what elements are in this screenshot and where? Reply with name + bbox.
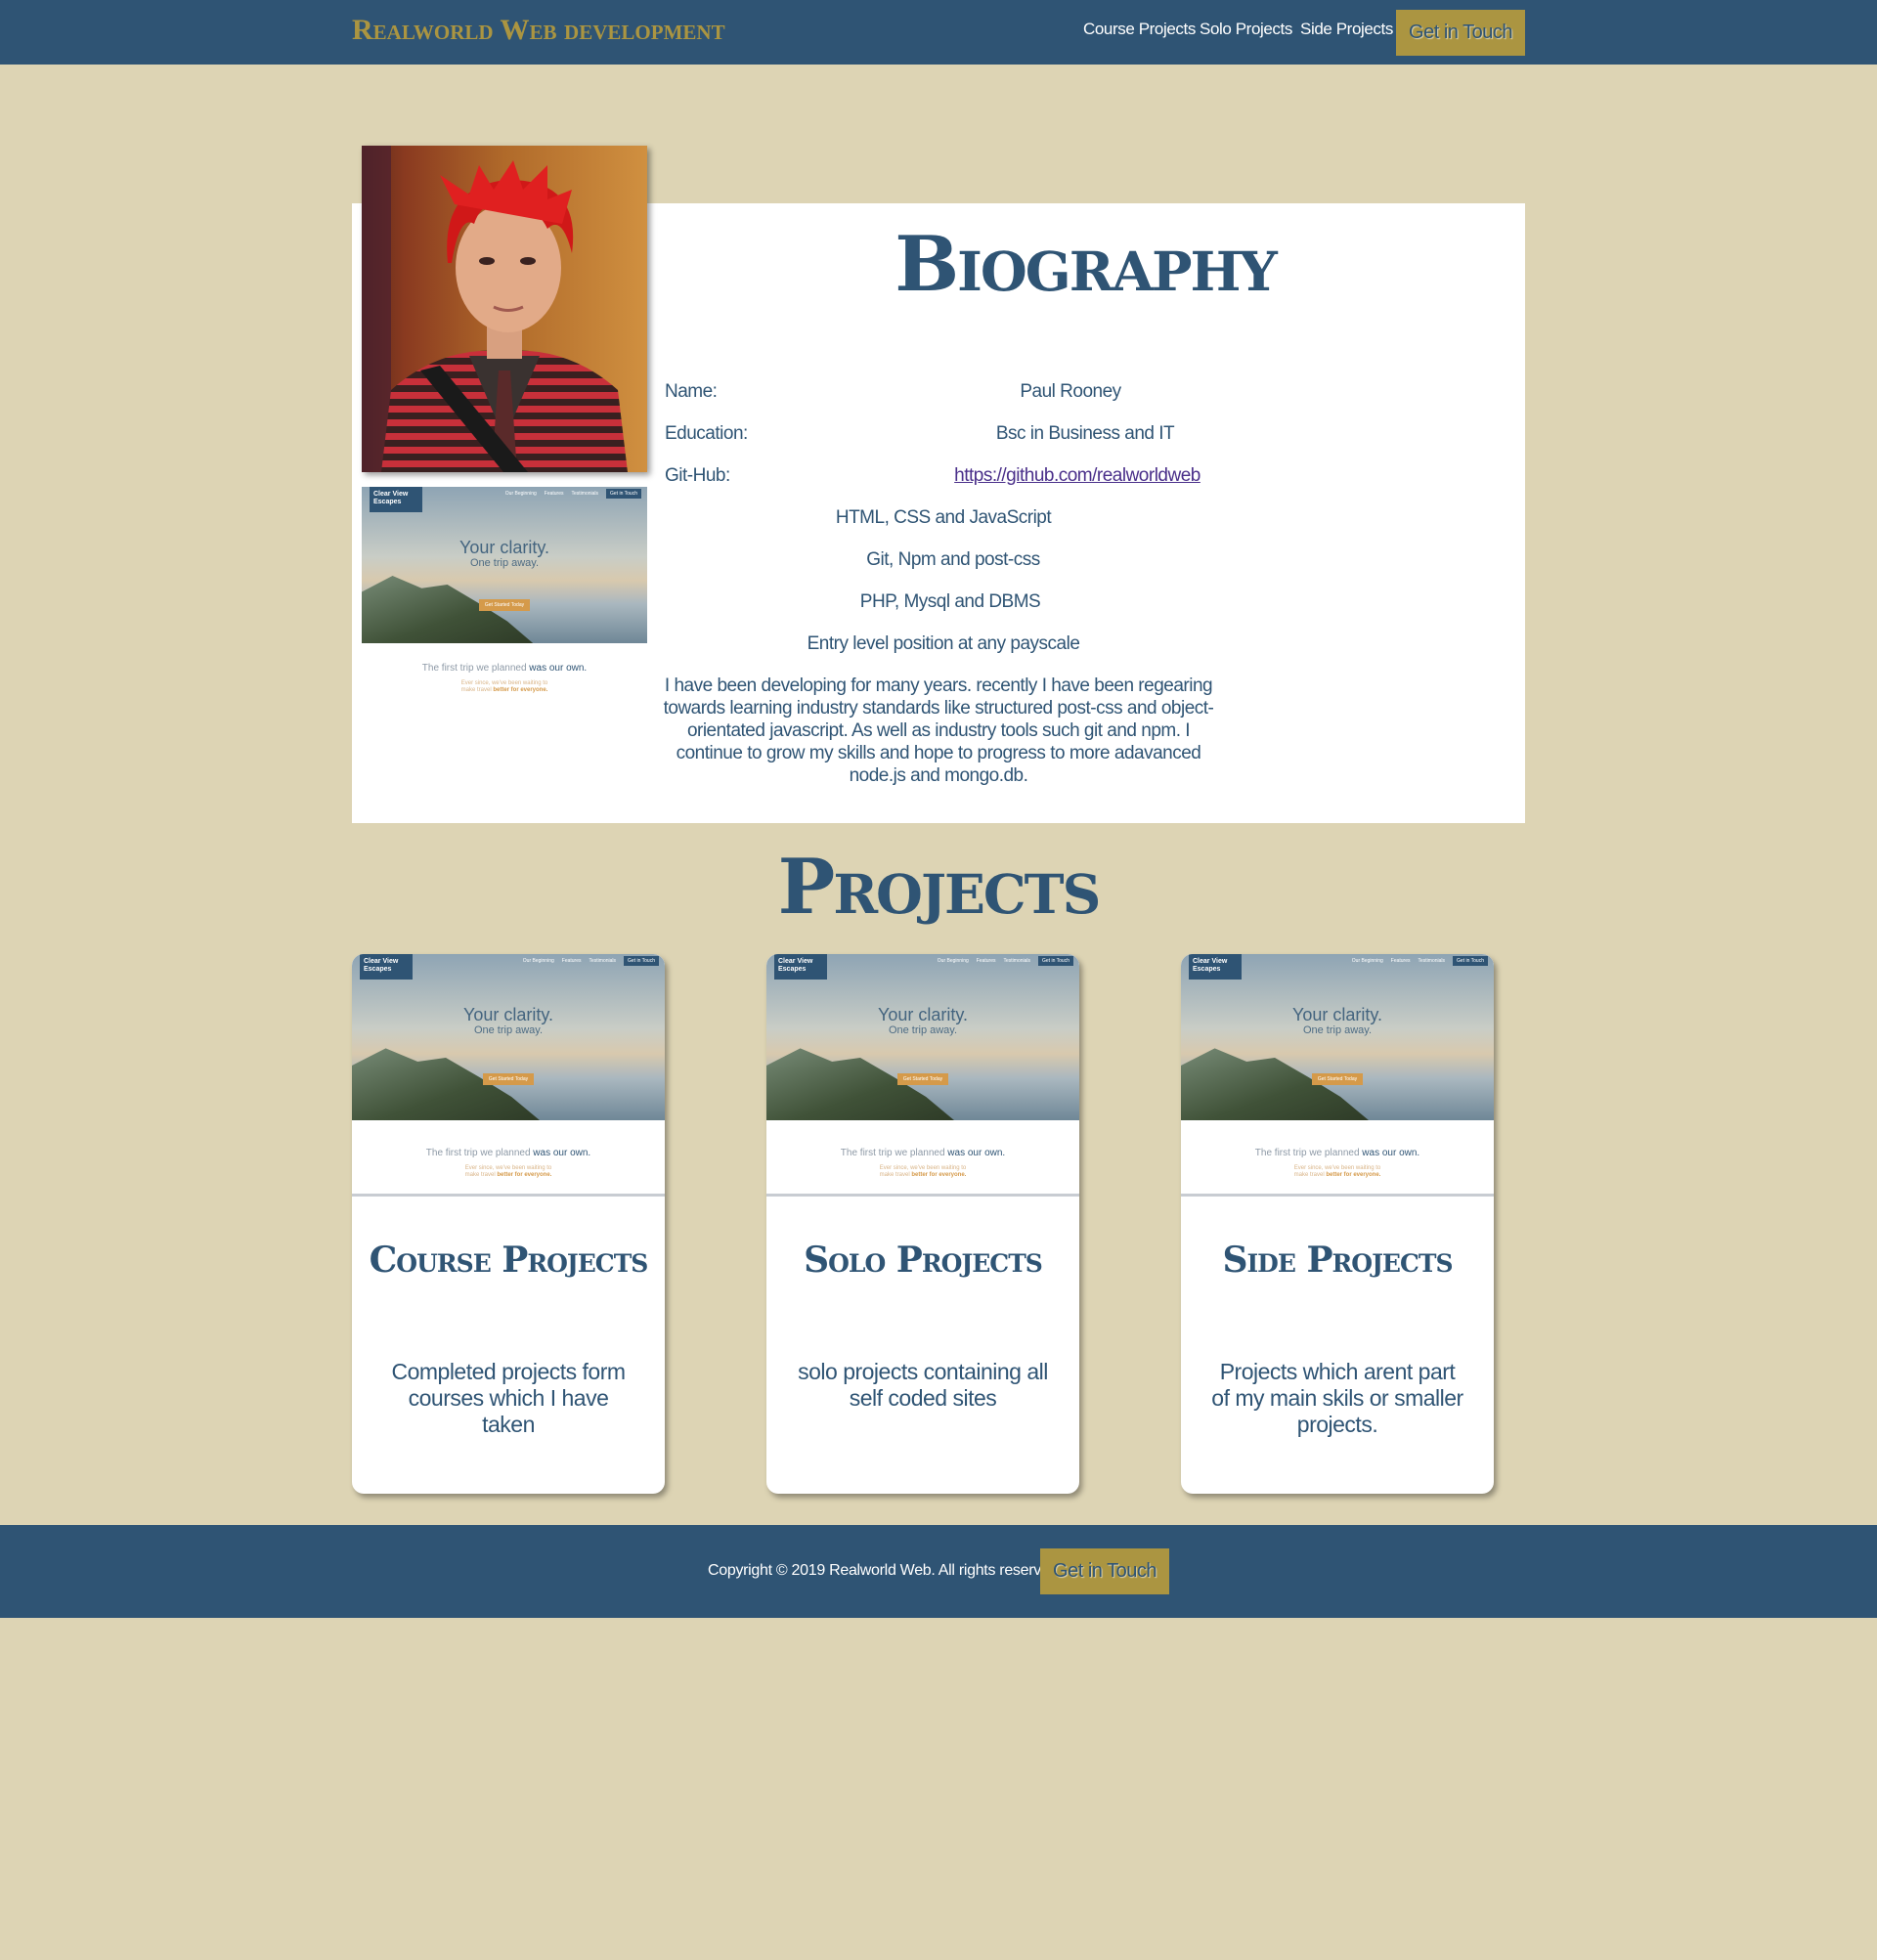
name-value: Paul Rooney xyxy=(1020,381,1121,402)
bio-project-thumbnail[interactable]: Clear View Escapes Our Beginning Features T… xyxy=(362,487,647,712)
footer-get-in-touch-button[interactable]: Get in Touch xyxy=(1040,1548,1169,1594)
education-label: Education: xyxy=(665,423,748,444)
site-footer: Copyright © 2019 Realworld Web. All righ… xyxy=(0,1525,1877,1618)
website-screenshot: Clear View Escapes Our Beginning Features T… xyxy=(352,954,665,1194)
skill-item: Git, Npm and post-css xyxy=(866,549,1040,570)
skill-item: Entry level position at any payscale xyxy=(807,633,1080,654)
copyright-text: Copyright © 2019 Realworld Web. All righ… xyxy=(708,1562,1063,1579)
name-label: Name: xyxy=(665,381,718,402)
project-card-description: solo projects containing all self coded … xyxy=(798,1359,1048,1411)
thumb-logo: Clear View Escapes xyxy=(370,487,422,512)
website-screenshot: Clear View Escapes Our Beginning Features T… xyxy=(1181,954,1494,1194)
github-label: Git-Hub: xyxy=(665,465,730,486)
get-in-touch-button[interactable]: Get in Touch xyxy=(1396,10,1525,56)
bio-paragraph: I have been developing for many years. r… xyxy=(663,675,1214,786)
project-thumbnail: Clear View Escapes Our Beginning Features T… xyxy=(352,954,665,1197)
projects-heading: Projects xyxy=(777,843,1102,932)
brand-logo[interactable]: Realworld Web development xyxy=(352,14,725,47)
portrait-photo xyxy=(362,146,647,472)
github-link[interactable]: https://github.com/realworldweb xyxy=(833,465,1322,487)
project-card-course[interactable]: Clear View Escapes Our Beginning Features T… xyxy=(352,954,665,1494)
education-value: Bsc in Business and IT xyxy=(995,423,1175,444)
project-thumbnail: Clear View Escapes Our Beginning Features T… xyxy=(1181,954,1494,1197)
biography-heading: Biography xyxy=(895,220,1278,309)
project-card-description: Completed projects form courses which I … xyxy=(391,1359,626,1437)
skill-item: PHP, Mysql and DBMS xyxy=(859,591,1041,612)
thumb-nav: Our Beginning Features Testimonials Get in … xyxy=(498,489,641,499)
nav-side-projects[interactable]: Side Projects xyxy=(1300,20,1393,39)
site-header: Realworld Web development Course Project… xyxy=(0,0,1877,65)
project-card-solo[interactable]: Clear View Escapes Our Beginning Features T… xyxy=(766,954,1079,1494)
project-thumbnail: Clear View Escapes Our Beginning Features T… xyxy=(766,954,1079,1197)
portrait-image xyxy=(362,146,647,472)
website-screenshot: Clear View Escapes Our Beginning Features T… xyxy=(362,487,647,712)
website-screenshot: Clear View Escapes Our Beginning Features T… xyxy=(766,954,1079,1194)
project-card-description: Projects which arent part of my main ski… xyxy=(1211,1359,1463,1437)
project-card-title: Side Projects xyxy=(1222,1240,1453,1281)
project-card-side[interactable]: Clear View Escapes Our Beginning Features T… xyxy=(1181,954,1494,1494)
project-card-title: Course Projects xyxy=(369,1240,649,1281)
project-card-title: Solo Projects xyxy=(804,1240,1043,1281)
skill-item: HTML, CSS and JavaScript xyxy=(835,507,1052,528)
nav-solo-projects[interactable]: Solo Projects xyxy=(1200,20,1292,39)
nav-course-projects[interactable]: Course Projects xyxy=(1083,20,1196,39)
